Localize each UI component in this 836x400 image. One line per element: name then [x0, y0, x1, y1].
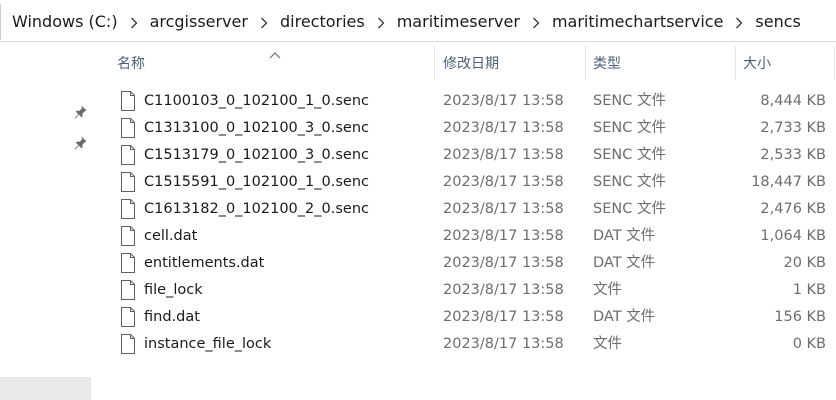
file-row[interactable]: C1313100_0_102100_3_0.senc 2023/8/17 13:5…	[104, 115, 836, 142]
breadcrumb-item-maritimechartservice[interactable]: maritimechartservice	[552, 10, 723, 34]
file-icon	[120, 145, 136, 165]
file-modified-date: 2023/8/17 13:58	[443, 228, 564, 244]
file-name: file_lock	[144, 282, 203, 298]
navigation-pane	[0, 42, 91, 400]
file-type: 文件	[593, 282, 622, 298]
chevron-right-icon[interactable]	[365, 10, 397, 34]
file-type: SENC 文件	[593, 201, 666, 217]
column-divider[interactable]	[434, 46, 435, 80]
column-header-row: 名称 修改日期 类型 大小	[104, 44, 836, 84]
file-name: instance_file_lock	[144, 336, 272, 352]
file-size: 0 KB	[792, 336, 826, 352]
file-modified-date: 2023/8/17 13:58	[443, 336, 564, 352]
file-modified-date: 2023/8/17 13:58	[443, 309, 564, 325]
file-icon	[120, 172, 136, 192]
file-icon	[120, 334, 136, 354]
column-header-size[interactable]: 大小	[743, 54, 771, 74]
file-icon	[120, 118, 136, 138]
pin-icon[interactable]	[72, 135, 88, 151]
file-name: C1100103_0_102100_1_0.senc	[144, 93, 369, 109]
file-icon	[120, 280, 136, 300]
file-size: 156 KB	[774, 309, 826, 325]
breadcrumb-item-sencs[interactable]: sencs	[755, 10, 800, 34]
breadcrumb: Windows (C:) arcgisserver directories ma…	[12, 10, 801, 34]
column-divider[interactable]	[585, 46, 586, 80]
file-size: 1,064 KB	[760, 228, 826, 244]
address-bar-edge	[0, 4, 3, 40]
file-type: SENC 文件	[593, 147, 666, 163]
file-modified-date: 2023/8/17 13:58	[443, 255, 564, 271]
file-size: 8,444 KB	[760, 93, 826, 109]
file-icon	[120, 226, 136, 246]
file-list: C1100103_0_102100_1_0.senc 2023/8/17 13:5…	[104, 88, 836, 358]
file-row[interactable]: find.dat 2023/8/17 13:58 DAT 文件 156 KB	[104, 304, 836, 331]
file-name: find.dat	[144, 309, 200, 325]
address-bar[interactable]: Windows (C:) arcgisserver directories ma…	[0, 0, 836, 42]
file-icon	[120, 307, 136, 327]
file-explorer-window: Windows (C:) arcgisserver directories ma…	[0, 0, 836, 400]
file-row[interactable]: C1515591_0_102100_1_0.senc 2023/8/17 13:5…	[104, 169, 836, 196]
file-size: 18,447 KB	[751, 174, 826, 190]
pin-icon[interactable]	[72, 104, 88, 120]
file-name: C1515591_0_102100_1_0.senc	[144, 174, 369, 190]
file-modified-date: 2023/8/17 13:58	[443, 120, 564, 136]
breadcrumb-item-directories[interactable]: directories	[280, 10, 365, 34]
file-name: entitlements.dat	[144, 255, 265, 271]
column-header-type[interactable]: 类型	[593, 54, 621, 74]
breadcrumb-item-drive[interactable]: Windows (C:)	[12, 10, 118, 34]
chevron-right-icon[interactable]	[118, 10, 150, 34]
chevron-right-icon[interactable]	[723, 10, 755, 34]
sort-ascending-icon	[268, 45, 282, 59]
file-size: 2,733 KB	[760, 120, 826, 136]
column-header-date[interactable]: 修改日期	[443, 54, 499, 74]
breadcrumb-item-maritimeserver[interactable]: maritimeserver	[397, 10, 520, 34]
file-size: 2,533 KB	[760, 147, 826, 163]
file-modified-date: 2023/8/17 13:58	[443, 147, 564, 163]
file-type: DAT 文件	[593, 228, 656, 244]
file-icon	[120, 253, 136, 273]
navigation-pane-footer	[0, 377, 91, 400]
file-type: DAT 文件	[593, 309, 656, 325]
file-name: C1313100_0_102100_3_0.senc	[144, 120, 369, 136]
file-size: 20 KB	[783, 255, 826, 271]
column-divider[interactable]	[834, 46, 835, 80]
file-type: SENC 文件	[593, 93, 666, 109]
file-modified-date: 2023/8/17 13:58	[443, 282, 564, 298]
file-row[interactable]: C1100103_0_102100_1_0.senc 2023/8/17 13:5…	[104, 88, 836, 115]
file-row[interactable]: C1613182_0_102100_2_0.senc 2023/8/17 13:5…	[104, 196, 836, 223]
file-size: 2,476 KB	[760, 201, 826, 217]
file-modified-date: 2023/8/17 13:58	[443, 174, 564, 190]
chevron-right-icon[interactable]	[248, 10, 280, 34]
file-type: SENC 文件	[593, 174, 666, 190]
file-type: SENC 文件	[593, 120, 666, 136]
file-row[interactable]: file_lock 2023/8/17 13:58 文件 1 KB	[104, 277, 836, 304]
file-row[interactable]: entitlements.dat 2023/8/17 13:58 DAT 文件 20 …	[104, 250, 836, 277]
chevron-right-icon[interactable]	[520, 10, 552, 34]
file-modified-date: 2023/8/17 13:58	[443, 93, 564, 109]
breadcrumb-item-arcgisserver[interactable]: arcgisserver	[150, 10, 248, 34]
file-type: 文件	[593, 336, 622, 352]
file-row[interactable]: cell.dat 2023/8/17 13:58 DAT 文件 1,064 KB	[104, 223, 836, 250]
file-row[interactable]: instance_file_lock 2023/8/17 13:58 文件 0 KB	[104, 331, 836, 358]
file-icon	[120, 199, 136, 219]
file-type: DAT 文件	[593, 255, 656, 271]
file-icon	[120, 91, 136, 111]
file-name: cell.dat	[144, 228, 198, 244]
file-row[interactable]: C1513179_0_102100_3_0.senc 2023/8/17 13:5…	[104, 142, 836, 169]
file-size: 1 KB	[792, 282, 826, 298]
column-header-name[interactable]: 名称	[117, 54, 145, 74]
file-modified-date: 2023/8/17 13:58	[443, 201, 564, 217]
file-name: C1513179_0_102100_3_0.senc	[144, 147, 369, 163]
file-name: C1613182_0_102100_2_0.senc	[144, 201, 369, 217]
column-divider[interactable]	[735, 46, 736, 80]
